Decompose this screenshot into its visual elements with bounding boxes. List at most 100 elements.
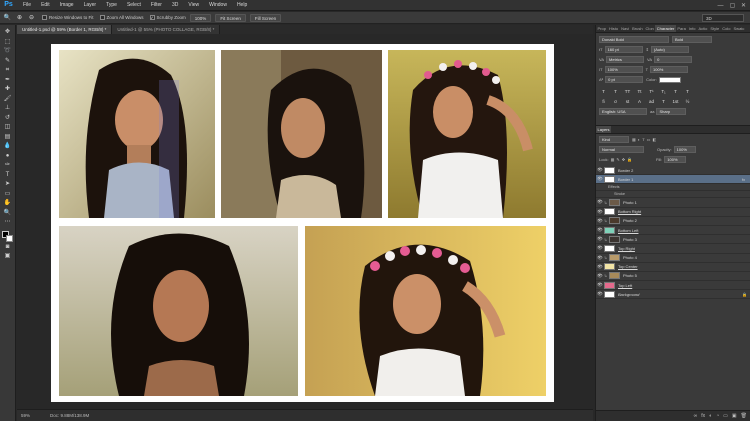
menu-image[interactable]: Image	[55, 0, 79, 11]
swash-button[interactable]: A	[635, 98, 644, 105]
gradient-tool-icon[interactable]: ▤	[2, 133, 13, 143]
layer-row-top-left[interactable]: 👁 Top Left	[596, 281, 750, 291]
discretionary-ligature-button[interactable]: st	[623, 98, 632, 105]
superscript-button[interactable]: T¹	[647, 88, 656, 95]
hand-tool-icon[interactable]: ✋	[2, 199, 13, 209]
tracking-field[interactable]: 0	[654, 56, 693, 63]
shape-tool-icon[interactable]: ▭	[2, 190, 13, 200]
underline-button[interactable]: T	[671, 88, 680, 95]
font-family-select[interactable]: Donald Bold	[599, 36, 669, 43]
zoom-tool-icon[interactable]: 🔍	[3, 14, 12, 22]
background-color[interactable]	[5, 234, 13, 242]
antialias-select[interactable]: Sharp	[656, 108, 687, 115]
menu-window[interactable]: Window	[204, 0, 232, 11]
add-style-icon[interactable]: fx	[701, 413, 705, 419]
add-mask-icon[interactable]: ◐	[709, 413, 712, 419]
close-button[interactable]: ✕	[738, 0, 749, 11]
text-color-swatch[interactable]	[658, 76, 681, 83]
font-style-select[interactable]: Bold	[672, 36, 712, 43]
visibility-eye-icon[interactable]: 👁	[596, 273, 604, 279]
blend-mode-select[interactable]: Normal	[599, 146, 644, 153]
new-group-icon[interactable]: ▭	[723, 413, 728, 419]
doc-tab-1[interactable]: Untitled-1.psd @ 59% (Border 1, RGB/8) *	[17, 25, 113, 34]
path-select-tool-icon[interactable]: ➤	[2, 180, 13, 190]
kerning-field[interactable]: Metrics	[606, 56, 645, 63]
layer-filter-select[interactable]: Kind	[599, 136, 629, 143]
filter-smart-icon[interactable]: ◧	[652, 137, 656, 142]
history-brush-tool-icon[interactable]: ↺	[2, 114, 13, 124]
quick-mask-icon[interactable]: ◙	[2, 243, 13, 253]
visibility-eye-icon[interactable]: 👁	[596, 218, 604, 224]
crop-tool-icon[interactable]: ⌗	[2, 66, 13, 76]
tab-layers[interactable]: Layers	[596, 126, 612, 133]
type-tool-icon[interactable]: T	[2, 171, 13, 181]
layer-row-photo-1[interactable]: 👁 ↳ Photo 1	[596, 198, 750, 208]
resize-windows-checkbox[interactable]: Resize Windows to Fit	[42, 15, 94, 20]
lasso-tool-icon[interactable]: ➰	[2, 47, 13, 57]
ordinals-button[interactable]: 1st	[671, 98, 680, 105]
opacity-field[interactable]: 100%	[673, 146, 696, 153]
marquee-tool-icon[interactable]: ⬚	[2, 38, 13, 48]
horizontal-scale-field[interactable]: 100%	[650, 66, 689, 73]
filter-type-icon[interactable]: T	[642, 137, 644, 142]
filter-shape-icon[interactable]: ▭	[647, 137, 651, 142]
maximize-button[interactable]: ▢	[727, 0, 738, 11]
tab-actions[interactable]: Actio	[697, 25, 709, 32]
tab-histogram[interactable]: Histo	[607, 25, 619, 32]
layer-row-border-2[interactable]: 👁 Border 2	[596, 166, 750, 176]
more-tools-icon[interactable]: ⋯	[2, 218, 13, 228]
vertical-scale-field[interactable]: 100%	[604, 66, 643, 73]
layer-row-photo-4[interactable]: 👁 ↳ Photo 4	[596, 254, 750, 263]
old-style-button[interactable]: σ	[611, 98, 620, 105]
visibility-eye-icon[interactable]: 👁	[596, 167, 604, 173]
photo-top-left[interactable]	[59, 50, 215, 218]
tab-styles[interactable]: Style	[709, 25, 721, 32]
menu-help[interactable]: Help	[232, 0, 252, 11]
filter-pixel-icon[interactable]: ▦	[632, 137, 636, 142]
new-layer-icon[interactable]: ▣	[732, 413, 737, 419]
tab-brush[interactable]: Brush	[631, 25, 644, 32]
faux-italic-button[interactable]: T	[611, 88, 620, 95]
canvas-area[interactable]	[17, 35, 593, 409]
layer-row-bottom-left[interactable]: 👁 Bottom Left	[596, 226, 750, 236]
visibility-eye-icon[interactable]: 👁	[596, 291, 604, 297]
doc-tab-2[interactable]: Untitled-1 @ 55% (PHOTO COLLAGE, RGB/8) …	[112, 25, 221, 34]
menu-file[interactable]: File	[18, 0, 36, 11]
layer-row-bottom-right[interactable]: 👁 Bottom Right	[596, 208, 750, 217]
strikethrough-button[interactable]: T	[683, 88, 692, 95]
layer-row-background[interactable]: 👁 Background 🔒	[596, 290, 750, 300]
menu-view[interactable]: View	[183, 0, 204, 11]
stylistic-alternates-button[interactable]: ad	[647, 98, 656, 105]
small-caps-button[interactable]: Tt	[635, 88, 644, 95]
visibility-eye-icon[interactable]: 👁	[596, 282, 604, 288]
brush-tool-icon[interactable]: 🖌	[2, 95, 13, 105]
ligature-button[interactable]: fi	[599, 98, 608, 105]
color-swatches[interactable]	[1, 230, 14, 243]
zoom-all-windows-checkbox[interactable]: Zoom All Windows	[99, 15, 144, 20]
move-tool-icon[interactable]: ✥	[2, 28, 13, 38]
titling-button[interactable]: T	[659, 98, 668, 105]
tab-info[interactable]: Info	[687, 25, 697, 32]
layer-effects-row[interactable]: Effects	[596, 184, 750, 192]
visibility-eye-icon[interactable]: 👁	[596, 176, 604, 182]
menu-type[interactable]: Type	[101, 0, 122, 11]
visibility-eye-icon[interactable]: 👁	[596, 255, 604, 261]
menu-filter[interactable]: Filter	[146, 0, 167, 11]
dodge-tool-icon[interactable]: ●	[2, 152, 13, 162]
faux-bold-button[interactable]: T	[599, 88, 608, 95]
zoom-in-icon[interactable]: ⊕	[15, 14, 24, 22]
photo-bottom-left[interactable]	[59, 226, 298, 396]
photo-bottom-right[interactable]	[305, 226, 546, 396]
layer-row-photo-5[interactable]: 👁 ↳ Photo 5	[596, 272, 750, 282]
visibility-eye-icon[interactable]: 👁	[596, 245, 604, 251]
lock-all-icon[interactable]: 🔒	[627, 157, 632, 162]
doc-size[interactable]: Doc: 9.88M/138.9M	[50, 413, 89, 418]
adjustment-layer-icon[interactable]: ◔	[716, 413, 719, 419]
lock-transparent-icon[interactable]: ▦	[611, 157, 615, 162]
tab-clone[interactable]: Clon	[644, 25, 655, 32]
leading-field[interactable]: (Auto)	[650, 46, 689, 53]
photo-top-right[interactable]	[388, 50, 546, 218]
baseline-field[interactable]: 0 pt	[605, 76, 644, 83]
visibility-eye-icon[interactable]: 👁	[596, 264, 604, 270]
tab-navigator[interactable]: Navi	[620, 25, 631, 32]
